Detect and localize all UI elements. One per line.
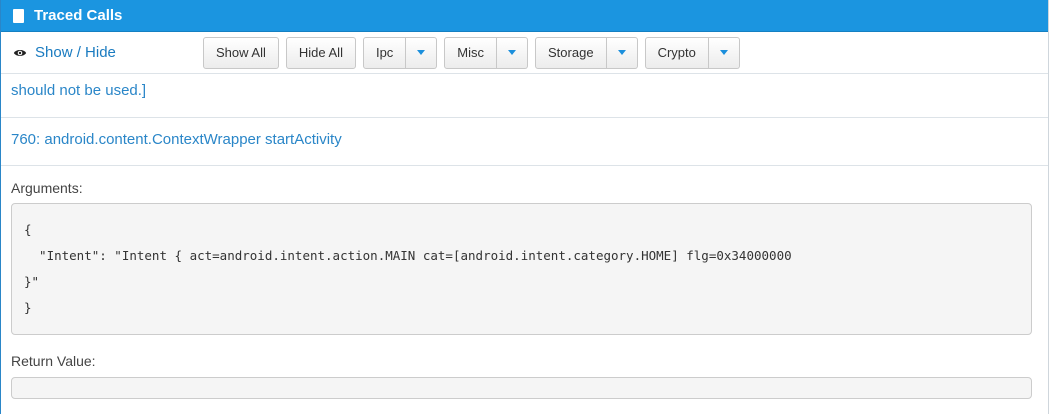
- show-hide-label: Show / Hide: [35, 44, 116, 61]
- arguments-label: Arguments:: [11, 180, 83, 196]
- filter-storage-group: Storage: [535, 36, 638, 69]
- filter-crypto-button[interactable]: Crypto: [644, 36, 709, 69]
- caret-down-icon: [719, 50, 728, 55]
- hide-all-button[interactable]: Hide All: [285, 36, 356, 69]
- show-hide-toggle[interactable]: Show / Hide: [13, 44, 203, 61]
- show-all-button[interactable]: Show All: [203, 36, 279, 69]
- filter-storage-button[interactable]: Storage: [535, 36, 607, 69]
- caret-down-icon: [617, 50, 626, 55]
- previous-entry-text[interactable]: should not be used.]: [1, 74, 1048, 118]
- caret-down-icon: [417, 50, 426, 55]
- filter-misc-dropdown[interactable]: [497, 36, 529, 69]
- filter-storage-dropdown[interactable]: [606, 36, 638, 69]
- filter-ipc-group: Ipc: [362, 36, 438, 69]
- call-header-link[interactable]: 760: android.content.ContextWrapper star…: [1, 118, 1048, 166]
- filter-toolbar: Show / Hide Show All Hide All Ipc Misc S…: [1, 32, 1048, 74]
- arguments-code-block: { "Intent": "Intent { act=android.intent…: [11, 203, 1032, 335]
- book-icon: [13, 8, 24, 23]
- filter-misc-button[interactable]: Misc: [444, 36, 498, 69]
- panel-titlebar: Traced Calls: [1, 0, 1048, 32]
- filter-misc-group: Misc: [444, 36, 529, 69]
- traced-calls-panel: Traced Calls Show / Hide Show All Hide A…: [0, 0, 1049, 414]
- filter-crypto-dropdown[interactable]: [708, 36, 740, 69]
- filter-ipc-dropdown[interactable]: [406, 36, 438, 69]
- filter-crypto-group: Crypto: [644, 36, 740, 69]
- panel-title: Traced Calls: [34, 7, 123, 24]
- eye-icon: [13, 49, 27, 56]
- return-value-label: Return Value:: [11, 353, 96, 369]
- filter-ipc-button[interactable]: Ipc: [362, 36, 407, 69]
- traced-calls-list: should not be used.] 760: android.conten…: [1, 74, 1048, 399]
- caret-down-icon: [508, 50, 517, 55]
- return-value-code-block: [11, 377, 1032, 399]
